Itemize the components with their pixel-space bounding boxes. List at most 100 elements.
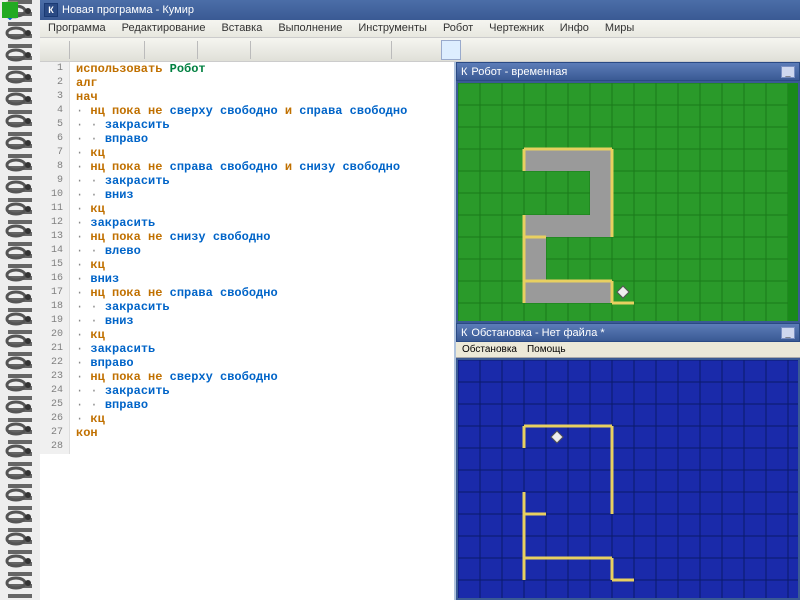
menu-Инструменты[interactable]: Инструменты — [350, 20, 435, 37]
step-into-button[interactable] — [278, 40, 298, 60]
step-out-button[interactable] — [322, 40, 342, 60]
code-editor[interactable]: 1использовать Робот2алг3нач4· нц пока не… — [40, 62, 456, 600]
menu-Инфо[interactable]: Инфо — [552, 20, 597, 37]
code-content: · · закрасить — [70, 384, 170, 398]
code-line[interactable]: 8· нц пока не справа свободно и снизу св… — [40, 160, 454, 174]
code-line[interactable]: 13· нц пока не снизу свободно — [40, 230, 454, 244]
cancel-button[interactable] — [366, 40, 386, 60]
code-line[interactable]: 3нач — [40, 90, 454, 104]
stop-button[interactable] — [344, 40, 364, 60]
submenu-Обстановка[interactable]: Обстановка — [462, 344, 517, 355]
robot-field[interactable] — [456, 81, 800, 323]
menu-Миры[interactable]: Миры — [597, 20, 642, 37]
code-content: · · вниз — [70, 314, 134, 328]
code-line[interactable]: 7· кц — [40, 146, 454, 160]
code-content — [70, 440, 76, 454]
code-line[interactable]: 26· кц — [40, 412, 454, 426]
menu-Выполнение[interactable]: Выполнение — [270, 20, 350, 37]
line-number: 27 — [40, 426, 70, 440]
grid-split-button[interactable] — [419, 40, 439, 60]
code-line[interactable]: 9· · закрасить — [40, 174, 454, 188]
code-line[interactable]: 18· · закрасить — [40, 300, 454, 314]
line-number: 25 — [40, 398, 70, 412]
code-content: · закрасить — [70, 342, 155, 356]
menu-Чертежник[interactable]: Чертежник — [481, 20, 552, 37]
line-number: 26 — [40, 412, 70, 426]
code-line[interactable]: 16· вниз — [40, 272, 454, 286]
code-line[interactable]: 1использовать Робот — [40, 62, 454, 76]
app-icon: К — [44, 3, 58, 17]
menu-Редактирование[interactable]: Редактирование — [114, 20, 214, 37]
menu-Вставка[interactable]: Вставка — [213, 20, 270, 37]
code-line[interactable]: 27кон — [40, 426, 454, 440]
code-line[interactable]: 22· вправо — [40, 356, 454, 370]
menu-Робот[interactable]: Робот — [435, 20, 481, 37]
code-line[interactable]: 19· · вниз — [40, 314, 454, 328]
code-line[interactable]: 25· · вправо — [40, 398, 454, 412]
code-line[interactable]: 23· нц пока не сверху свободно — [40, 370, 454, 384]
code-content: · · закрасить — [70, 300, 170, 314]
code-line[interactable]: 28 — [40, 440, 454, 454]
submenu-Помощь[interactable]: Помощь — [527, 344, 566, 355]
code-line[interactable]: 2алг — [40, 76, 454, 90]
grid-full-button[interactable] — [441, 40, 461, 60]
menu-Программа[interactable]: Программа — [40, 20, 114, 37]
code-content: · нц пока не справа свободно и снизу сво… — [70, 160, 400, 174]
code-line[interactable]: 17· нц пока не справа свободно — [40, 286, 454, 300]
code-content: · · вправо — [70, 132, 148, 146]
code-line[interactable]: 21· закрасить — [40, 342, 454, 356]
minimize-button[interactable]: _ — [781, 327, 795, 339]
code-content: · нц пока не сверху свободно — [70, 370, 278, 384]
code-content: · · влево — [70, 244, 141, 258]
code-line[interactable]: 11· кц — [40, 202, 454, 216]
code-content: · кц — [70, 146, 105, 160]
line-number: 7 — [40, 146, 70, 160]
redo-button[interactable] — [172, 40, 192, 60]
grid-green-button[interactable] — [397, 40, 417, 60]
code-line[interactable]: 12· закрасить — [40, 216, 454, 230]
code-line[interactable]: 15· кц — [40, 258, 454, 272]
code-content: · нц пока не справа свободно — [70, 286, 278, 300]
robot-panel-title: К Робот - временная _ — [456, 62, 800, 81]
paste-button[interactable] — [119, 40, 139, 60]
line-number: 15 — [40, 258, 70, 272]
code-content: алг — [70, 76, 98, 90]
line-number: 22 — [40, 356, 70, 370]
undo-button[interactable] — [150, 40, 170, 60]
code-content: · вправо — [70, 356, 134, 370]
code-line[interactable]: 14· · влево — [40, 244, 454, 258]
code-content: · · закрасить — [70, 174, 170, 188]
save-button[interactable] — [44, 40, 64, 60]
minimize-button[interactable]: _ — [781, 66, 795, 78]
toolbar — [40, 38, 800, 62]
code-line[interactable]: 20· кц — [40, 328, 454, 342]
app-icon: К — [461, 66, 467, 78]
code-content: · кц — [70, 258, 105, 272]
line-number: 17 — [40, 286, 70, 300]
app-icon: К — [461, 327, 467, 339]
code-content: · · закрасить — [70, 118, 170, 132]
code-line[interactable]: 24· · закрасить — [40, 384, 454, 398]
line-number: 1 — [40, 62, 70, 76]
code-content: нач — [70, 90, 98, 104]
line-number: 21 — [40, 342, 70, 356]
code-line[interactable]: 4· нц пока не сверху свободно и справа с… — [40, 104, 454, 118]
indent-left-button[interactable] — [203, 40, 223, 60]
line-number: 5 — [40, 118, 70, 132]
run-start-button[interactable] — [256, 40, 276, 60]
code-content: кон — [70, 426, 98, 440]
line-number: 3 — [40, 90, 70, 104]
obstacle-field[interactable] — [456, 358, 800, 600]
step-over-button[interactable] — [300, 40, 320, 60]
cut-button[interactable] — [75, 40, 95, 60]
line-number: 19 — [40, 314, 70, 328]
code-content: · кц — [70, 202, 105, 216]
code-content: · · вправо — [70, 398, 148, 412]
code-line[interactable]: 5· · закрасить — [40, 118, 454, 132]
code-line[interactable]: 10· · вниз — [40, 188, 454, 202]
indent-right-button[interactable] — [225, 40, 245, 60]
code-line[interactable]: 6· · вправо — [40, 132, 454, 146]
line-number: 11 — [40, 202, 70, 216]
copy-button[interactable] — [97, 40, 117, 60]
line-number: 16 — [40, 272, 70, 286]
